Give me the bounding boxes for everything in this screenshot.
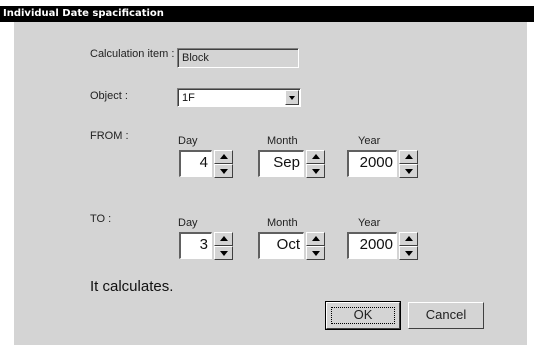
from-year-value: 2000: [359, 154, 393, 171]
object-label: Object :: [90, 90, 128, 102]
window-title: Individual Date spacification: [3, 8, 164, 19]
object-value: 1F: [182, 92, 195, 104]
from-day-field[interactable]: 4: [179, 150, 212, 177]
dialog-window: Individual Date spacification Calculatio…: [0, 0, 534, 345]
from-day-up-button[interactable]: [214, 150, 233, 164]
to-day-up-button[interactable]: [214, 232, 233, 246]
from-label: FROM :: [90, 130, 129, 142]
to-month-up-button[interactable]: [306, 232, 325, 246]
from-year-down-button[interactable]: [399, 164, 418, 178]
arrow-down-icon: [405, 251, 413, 256]
calc-item-field: Block: [177, 48, 299, 68]
from-month-up-button[interactable]: [306, 150, 325, 164]
from-month-field[interactable]: Sep: [258, 150, 304, 177]
object-dropdown-button[interactable]: [285, 90, 299, 105]
arrow-up-icon: [220, 154, 228, 159]
to-day-down-button[interactable]: [214, 246, 233, 260]
arrow-down-icon: [312, 169, 320, 174]
to-year-value: 2000: [359, 236, 393, 253]
to-year-up-button[interactable]: [399, 232, 418, 246]
calc-item-value: Block: [182, 52, 209, 64]
to-year-label: Year: [358, 217, 381, 229]
to-month-field[interactable]: Oct: [258, 232, 304, 259]
to-year-down-button[interactable]: [399, 246, 418, 260]
to-day-label: Day: [178, 217, 198, 229]
to-month-value: Oct: [276, 236, 300, 253]
to-day-spinner[interactable]: [214, 232, 233, 260]
to-month-label: Month: [267, 217, 298, 229]
to-month-spinner[interactable]: [306, 232, 325, 260]
from-day-down-button[interactable]: [214, 164, 233, 178]
status-text: It calculates.: [90, 278, 174, 295]
calc-item-label: Calculation item :: [90, 48, 175, 60]
from-day-value: 4: [199, 154, 208, 171]
dialog-body: Calculation item : Block Object : 1F FRO…: [14, 22, 527, 345]
to-label: TO :: [90, 213, 112, 225]
arrow-down-icon: [405, 169, 413, 174]
from-day-spinner[interactable]: [214, 150, 233, 178]
arrow-up-icon: [405, 236, 413, 241]
chevron-down-icon: [289, 96, 295, 100]
from-year-up-button[interactable]: [399, 150, 418, 164]
arrow-up-icon: [312, 154, 320, 159]
arrow-down-icon: [220, 169, 228, 174]
ok-button[interactable]: OK: [325, 301, 401, 330]
to-year-field[interactable]: 2000: [347, 232, 397, 259]
from-year-label: Year: [358, 135, 381, 147]
from-year-spinner[interactable]: [399, 150, 418, 178]
cancel-button-label: Cancel: [425, 307, 467, 322]
ok-button-label: OK: [353, 307, 373, 322]
from-month-value: Sep: [273, 154, 300, 171]
from-month-label: Month: [267, 135, 298, 147]
from-year-field[interactable]: 2000: [347, 150, 397, 177]
arrow-up-icon: [220, 236, 228, 241]
arrow-up-icon: [405, 154, 413, 159]
arrow-up-icon: [312, 236, 320, 241]
arrow-down-icon: [312, 251, 320, 256]
to-day-field[interactable]: 3: [179, 232, 212, 259]
from-month-down-button[interactable]: [306, 164, 325, 178]
to-month-down-button[interactable]: [306, 246, 325, 260]
from-day-label: Day: [178, 135, 198, 147]
to-day-value: 3: [199, 236, 208, 253]
from-month-spinner[interactable]: [306, 150, 325, 178]
title-bar: Individual Date spacification: [0, 6, 534, 22]
object-combobox[interactable]: 1F: [177, 88, 301, 107]
arrow-down-icon: [220, 251, 228, 256]
to-year-spinner[interactable]: [399, 232, 418, 260]
cancel-button[interactable]: Cancel: [408, 302, 484, 329]
